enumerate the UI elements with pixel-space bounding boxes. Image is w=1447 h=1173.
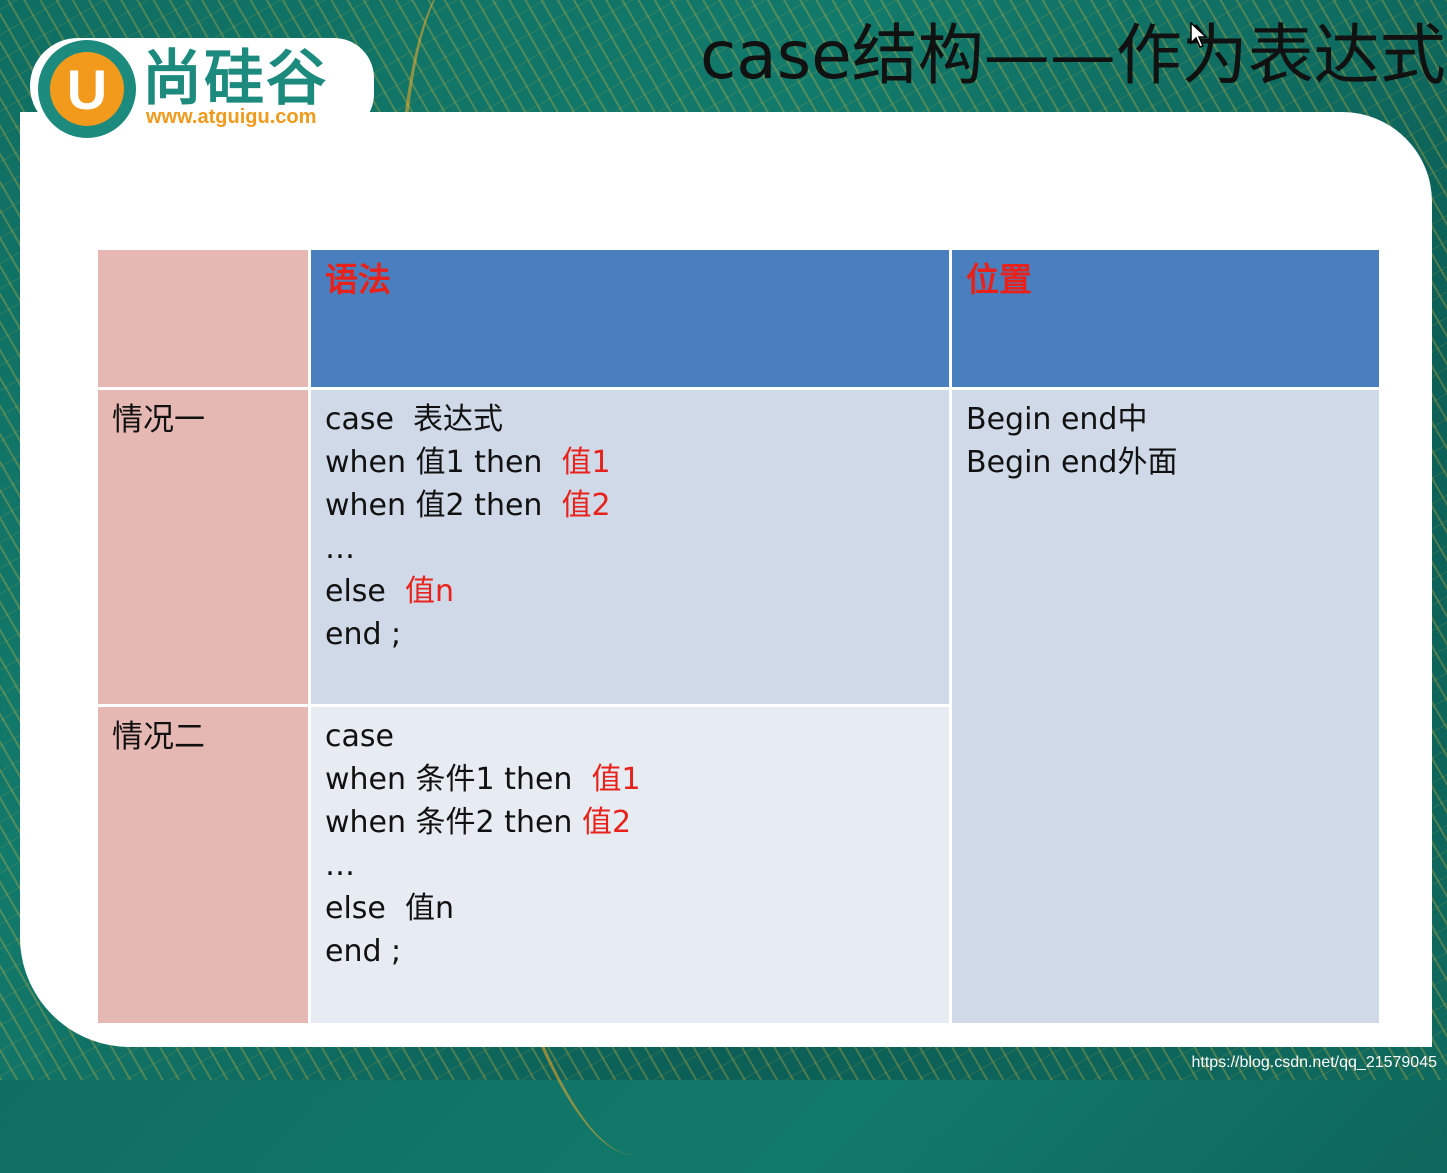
table-row-case1: 情况一 case 表达式 when 值1 then 值1 when 值2 then … (95, 387, 1382, 1026)
logo-letter: U (50, 52, 124, 126)
code-text: when 条件2 then (325, 805, 582, 840)
code-text: case 表达式 (325, 402, 504, 437)
watermark: https://blog.csdn.net/qq_21579045 (1191, 1054, 1437, 1071)
position-cell: Begin end中 Begin end外面 (949, 387, 1382, 1026)
code-value-highlight: 值2 (581, 805, 632, 840)
logo-name: 尚硅谷 (142, 44, 328, 114)
code-line: case 表达式 (325, 398, 935, 441)
code-text: … (325, 531, 355, 566)
case2-syntax-cell: case when 条件1 then 值1 when 条件2 then 值2… els… (308, 704, 952, 1026)
code-value-highlight: 值1 (591, 762, 641, 797)
code-value-highlight: 值2 (561, 488, 611, 523)
case1-code: case 表达式 when 值1 then 值1 when 值2 then 值2… e… (311, 390, 949, 664)
slide-title: case结构——作为表达式 (700, 17, 1446, 94)
header-empty-cell (95, 247, 311, 390)
case2-label: 情况二 (112, 719, 205, 755)
code-value-highlight: 值n (404, 574, 454, 609)
code-text: else (325, 574, 405, 609)
code-text: end ; (325, 617, 402, 652)
code-line: end ; (325, 613, 935, 656)
code-line: end ; (325, 930, 935, 973)
position-line: Begin end中 (966, 402, 1148, 437)
case2-label-cell: 情况二 (95, 704, 311, 1026)
syntax-table: 语法 位置 情况一 case 表达式 when 值1 then 值1 when 值2… (95, 247, 1382, 1026)
code-text: else 值n (325, 891, 454, 926)
position-line: Begin end外面 (966, 445, 1178, 480)
code-line: … (325, 527, 935, 570)
code-line: when 值1 then 值1 (325, 441, 935, 484)
code-line: else 值n (325, 887, 935, 930)
code-value-highlight: 值1 (561, 445, 611, 480)
code-line: when 条件2 then 值2 (325, 801, 935, 844)
table-header-row: 语法 位置 (95, 247, 1382, 390)
code-text: end ; (325, 934, 402, 969)
code-line: when 条件1 then 值1 (325, 758, 935, 801)
case1-label: 情况一 (112, 402, 205, 438)
code-text: … (325, 848, 355, 883)
code-text: when 条件1 then (325, 762, 592, 797)
code-line: case (325, 715, 935, 758)
logo-url: www.atguigu.com (146, 106, 317, 128)
code-text: when 值1 then (325, 445, 562, 480)
header-position-cell: 位置 (949, 247, 1382, 390)
header-syntax-label: 语法 (325, 260, 391, 299)
position-lines: Begin end中 Begin end外面 (952, 390, 1379, 492)
case2-code: case when 条件1 then 值1 when 条件2 then 值2… els… (311, 707, 949, 981)
code-text: case (325, 719, 394, 754)
mouse-cursor-icon (1190, 22, 1208, 48)
case1-label-cell: 情况一 (95, 387, 311, 707)
code-line: when 值2 then 值2 (325, 484, 935, 527)
code-line: … (325, 844, 935, 887)
code-text: when 值2 then (325, 488, 562, 523)
case1-syntax-cell: case 表达式 when 值1 then 值1 when 值2 then 值2… e… (308, 387, 952, 707)
logo-icon: U (38, 40, 136, 138)
header-syntax-cell: 语法 (308, 247, 952, 390)
code-line: else 值n (325, 570, 935, 613)
header-position-label: 位置 (966, 260, 1032, 299)
